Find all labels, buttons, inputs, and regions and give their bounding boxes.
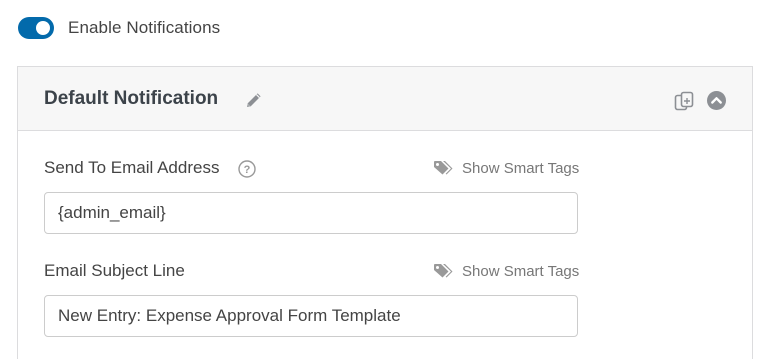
enable-notifications-label: Enable Notifications	[68, 18, 221, 37]
toggle-knob	[36, 21, 50, 35]
show-smart-tags-link[interactable]: Show Smart Tags	[433, 157, 579, 179]
collapse-up-icon[interactable]	[707, 91, 726, 110]
send-to-email-label: Send To Email Address	[44, 158, 220, 177]
pencil-icon[interactable]	[244, 90, 264, 110]
show-smart-tags-label: Show Smart Tags	[462, 262, 580, 280]
notification-panel: Default Notification Send To Email Addre…	[17, 66, 753, 359]
show-smart-tags-link[interactable]: Show Smart Tags	[433, 260, 579, 282]
notification-panel-header[interactable]: Default Notification	[18, 67, 752, 131]
tags-icon	[434, 264, 453, 278]
email-subject-input[interactable]	[44, 295, 578, 337]
enable-notifications-row: Enable Notifications	[18, 16, 220, 40]
send-to-email-input[interactable]	[44, 192, 578, 234]
email-subject-label: Email Subject Line	[44, 261, 185, 280]
question-circle-icon[interactable]: ?	[238, 160, 256, 178]
notifications-settings: Enable Notifications Default Notificatio…	[0, 0, 768, 359]
clone-icon[interactable]	[673, 90, 695, 112]
svg-text:?: ?	[244, 164, 251, 176]
tags-icon	[434, 161, 453, 175]
notification-title: Default Notification	[44, 88, 219, 109]
enable-notifications-toggle[interactable]	[18, 17, 54, 39]
show-smart-tags-label: Show Smart Tags	[462, 159, 580, 177]
